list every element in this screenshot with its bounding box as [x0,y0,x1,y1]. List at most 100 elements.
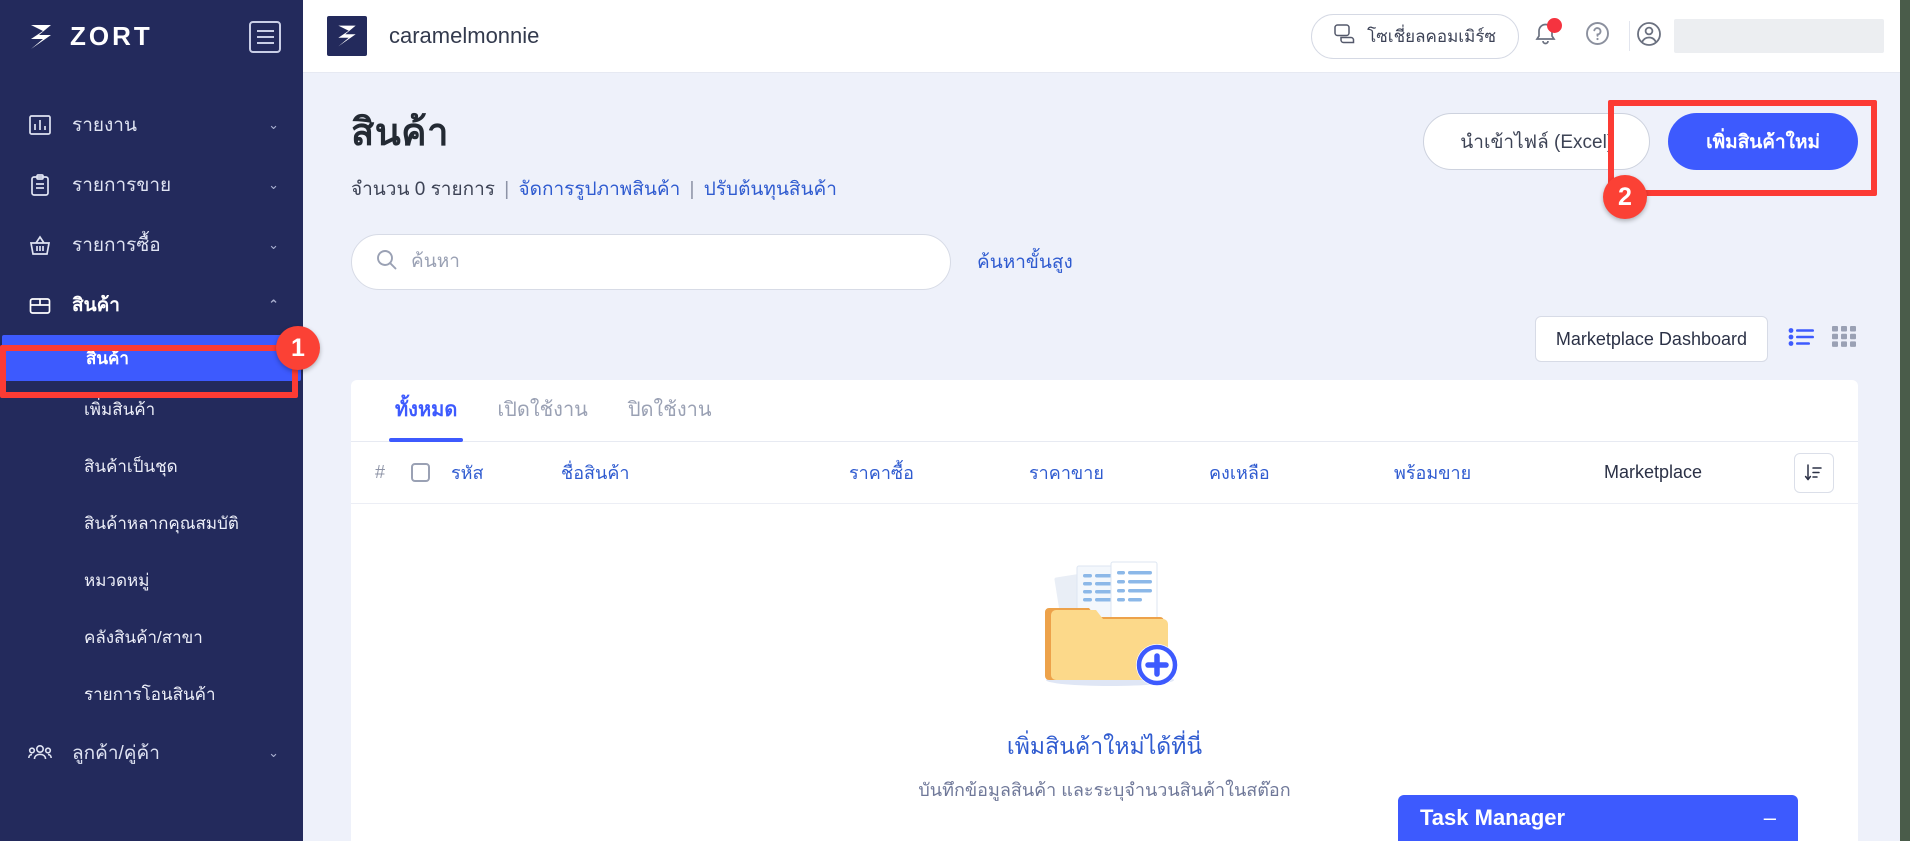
box-icon [26,292,54,318]
page-content: สินค้า จำนวน 0 รายการ | จัดการรูปภาพสินค… [303,73,1900,841]
search-box[interactable] [351,234,951,290]
chevron-up-icon: ⌃ [268,297,279,312]
separator: | [689,179,695,200]
page-header-actions: นำเข้าไฟล์ (Excel) เพิ่มสินค้าใหม่ [1423,113,1858,170]
search-icon [376,249,397,275]
app-root: ZORT รายงาน ⌄ รายการขาย ⌄ รายการซื้อ ⌄ ส… [0,0,1910,841]
add-product-button[interactable]: เพิ่มสินค้าใหม่ [1668,113,1858,170]
column-ready-to-sell[interactable]: พร้อมขาย [1394,458,1604,487]
shop-name: caramelmonnie [389,23,540,48]
select-all-checkbox[interactable] [411,463,430,482]
user-circle-icon [1636,21,1662,52]
page-subtitle: จำนวน 0 รายการ | จัดการรูปภาพสินค้า | ปร… [351,174,1858,204]
divider [1629,21,1630,51]
empty-state-description: บันทึกข้อมูลสินค้า และระบุจำนวนสินค้าในส… [918,780,1291,800]
sidebar-sub-label: สินค้า [86,348,129,368]
sidebar-label: สินค้า [72,295,120,316]
sidebar-sub-label: สินค้าหลากคุณสมบัติ [84,514,239,533]
select-all-checkbox-cell [411,463,451,482]
grid-view-icon[interactable] [1832,326,1856,352]
chat-bubbles-icon [1334,23,1356,49]
search-input[interactable] [411,251,926,273]
sidebar-sub-label: รายการโอนสินค้า [84,685,216,704]
import-excel-button[interactable]: นำเข้าไฟล์ (Excel) [1423,113,1651,170]
social-commerce-label: โซเชี่ยลคอมเมิร์ซ [1367,26,1496,46]
question-circle-icon [1585,21,1610,51]
sidebar-label: รายการซื้อ [72,235,161,256]
advanced-search-link[interactable]: ค้นหาขั้นสูง [977,247,1073,277]
sidebar-item-transfers[interactable]: รายการโอนสินค้า [0,666,303,723]
minimize-icon[interactable]: – [1764,805,1776,831]
sidebar-item-purchases[interactable]: รายการซื้อ ⌄ [0,215,303,275]
sidebar-item-product-bundle[interactable]: สินค้าเป็นชุด [0,438,303,495]
top-bar: caramelmonnie โซเชี่ยลคอมเมิร์ซ [303,0,1910,73]
view-toggle [1788,326,1856,352]
help-button[interactable] [1571,12,1623,60]
tab-all[interactable]: ทั้งหมด [375,393,477,442]
tab-enabled[interactable]: เปิดใช้งาน [477,393,608,441]
column-stock[interactable]: คงเหลือ [1209,458,1394,487]
column-code[interactable]: รหัส [451,458,561,487]
clipboard-list-icon [26,172,54,198]
brand-name: ZORT [70,21,153,51]
sidebar-item-products-group[interactable]: สินค้า ⌃ [0,275,303,335]
adjust-product-cost-link[interactable]: ปรับต้นทุนสินค้า [704,179,837,200]
sidebar-item-warehouses[interactable]: คลังสินค้า/สาขา [0,609,303,666]
users-icon [26,740,54,766]
sidebar-item-product-variants[interactable]: สินค้าหลากคุณสมบัติ [0,495,303,552]
status-tabs: ทั้งหมด เปิดใช้งาน ปิดใช้งาน [351,380,1858,442]
sidebar-item-sales[interactable]: รายการขาย ⌄ [0,155,303,215]
marketplace-dashboard-button[interactable]: Marketplace Dashboard [1534,316,1768,362]
column-sell-price[interactable]: ราคาขาย [1029,458,1209,487]
sidebar-nav: รายงาน ⌄ รายการขาย ⌄ รายการซื้อ ⌄ สินค้า… [0,95,303,783]
sidebar-sub-label: คลังสินค้า/สาขา [84,628,203,647]
basket-icon [26,232,54,258]
sort-settings-icon[interactable] [1794,452,1834,493]
tab-disabled[interactable]: ปิดใช้งาน [608,393,732,441]
sidebar-sub-label: หมวดหมู่ [84,571,150,590]
task-manager-title: Task Manager [1420,805,1566,830]
shop-logo-icon [327,16,367,56]
product-count: จำนวน 0 รายการ [351,179,495,200]
sidebar-item-reports[interactable]: รายงาน ⌄ [0,95,303,155]
column-marketplace: Marketplace [1604,462,1703,482]
sidebar-item-add-product[interactable]: เพิ่มสินค้า [0,381,303,438]
empty-state-title: เพิ่มสินค้าใหม่ได้ที่นี่ [1006,733,1203,759]
user-menu[interactable] [1636,19,1884,53]
window-edge [1900,0,1910,841]
sidebar-label: ลูกค้า/คู่ค้า [72,743,160,764]
sidebar-item-products[interactable]: สินค้า [2,335,301,381]
sidebar-products-submenu: สินค้า เพิ่มสินค้า สินค้าเป็นชุด สินค้าห… [0,335,303,723]
hamburger-icon[interactable] [249,20,281,53]
sidebar-sub-label: เพิ่มสินค้า [84,400,156,419]
sidebar: ZORT รายงาน ⌄ รายการขาย ⌄ รายการซื้อ ⌄ ส… [0,0,303,841]
sidebar-item-categories[interactable]: หมวดหมู่ [0,552,303,609]
sidebar-label: รายงาน [72,115,137,136]
search-row: ค้นหาขั้นสูง [351,234,1858,290]
separator: | [504,179,510,200]
table-header: # รหัส ชื่อสินค้า ราคาซื้อ ราคาขาย คงเหล… [351,442,1858,504]
chevron-down-icon: ⌄ [268,745,279,760]
empty-state: เพิ่มสินค้าใหม่ได้ที่นี่ บันทึกข้อมูลสิน… [351,504,1858,804]
social-commerce-button[interactable]: โซเชี่ยลคอมเมิร์ซ [1311,13,1519,59]
notification-badge [1547,18,1562,33]
chevron-down-icon: ⌄ [268,177,279,192]
sidebar-item-customers[interactable]: ลูกค้า/คู่ค้า ⌄ [0,723,303,783]
chevron-down-icon: ⌄ [268,237,279,252]
notifications-button[interactable] [1519,12,1571,60]
manage-product-images-link[interactable]: จัดการรูปภาพสินค้า [518,179,680,200]
view-toolbar: Marketplace Dashboard [351,316,1858,362]
list-view-icon[interactable] [1788,327,1814,352]
column-product-name[interactable]: ชื่อสินค้า [561,458,849,487]
folder-with-documents-plus-icon [1010,552,1200,707]
top-bar-actions: โซเชี่ยลคอมเมิร์ซ [1311,12,1910,60]
chevron-down-icon: ⌄ [268,117,279,132]
chart-bar-icon [26,112,54,138]
sidebar-brand: ZORT [0,0,303,73]
zort-logo-icon [24,20,58,54]
sidebar-label: รายการขาย [72,175,172,196]
column-index: # [375,462,386,482]
task-manager-panel[interactable]: Task Manager – [1398,795,1798,841]
user-name-placeholder [1674,19,1884,53]
column-buy-price[interactable]: ราคาซื้อ [849,458,1029,487]
